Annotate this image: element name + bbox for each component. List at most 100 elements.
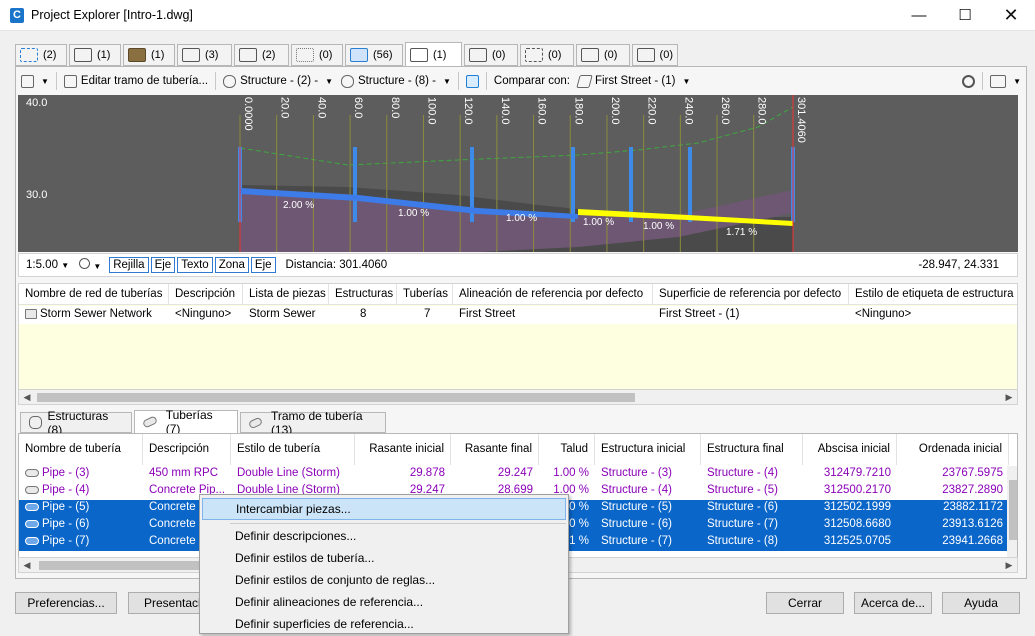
tab-pipe-networks[interactable]: (1)	[405, 42, 462, 67]
edit-pipe-run-button[interactable]: Editar tramo de tubería...	[60, 71, 212, 91]
column-header[interactable]: Talud	[539, 434, 595, 465]
column-header[interactable]: Descripción	[169, 284, 243, 305]
cell-est-fin: Structure - (4)	[707, 467, 778, 479]
profile-view[interactable]: 40.0 30.0 0.0000 20.0 40.0 60.0 80.0 100.0 120…	[18, 95, 1018, 252]
column-header[interactable]: Ordenada inicial	[897, 434, 1009, 465]
grid-toggle[interactable]: Rejilla	[109, 257, 149, 273]
station-label: 280.0	[755, 97, 768, 125]
menu-item-define-alignments[interactable]: Definir alineaciones de referencia...	[202, 592, 566, 614]
compare-dropdown[interactable]: First Street - (1) ▼	[574, 71, 694, 91]
menu-item-swap-parts[interactable]: Intercambiar piezas...	[202, 498, 566, 520]
table-row[interactable]: Pipe - (3) 450 mm RPC Double Line (Storm) 2…	[19, 466, 1009, 483]
preferences-button[interactable]: Preferencias...	[15, 592, 117, 614]
scroll-thumb[interactable]	[39, 561, 207, 570]
cell-name: Pipe - (3)	[19, 466, 143, 483]
end-structure-dropdown[interactable]: Structure - (8) - ▼	[337, 71, 455, 91]
column-header[interactable]: Lista de piezas	[243, 284, 329, 305]
station-label: 180.0	[572, 97, 585, 125]
add-button[interactable]: ▼	[17, 71, 53, 91]
close-window-button[interactable]: ✕	[988, 0, 1034, 31]
column-header[interactable]: Alineación de referencia por defecto	[453, 284, 653, 305]
zoom-button[interactable]: ▼	[79, 258, 101, 272]
tab-assemblies[interactable]: (0)	[576, 44, 630, 66]
scroll-right-arrow[interactable]: ▶	[1001, 390, 1017, 404]
tab-parcels[interactable]: (56)	[345, 44, 403, 66]
tab-corridors[interactable]: (1)	[69, 44, 121, 66]
tab-views[interactable]: (0)	[632, 44, 678, 66]
text-toggle[interactable]: Texto	[177, 257, 213, 273]
view-options-button[interactable]: ▼	[986, 71, 1025, 91]
network-name-cell: Storm Sewer Network	[19, 306, 169, 324]
column-header[interactable]: Estilo de tubería	[231, 434, 355, 465]
search-icon	[962, 74, 976, 88]
table-row[interactable]: Storm Sewer Network <Ninguno> Storm Sewe…	[19, 306, 1017, 324]
cell-est-ini: Structure - (4)	[601, 484, 672, 496]
tab-pipe-runs[interactable]: Tramo de tubería (13)	[240, 409, 386, 437]
column-header[interactable]: Rasante inicial	[355, 434, 451, 465]
profile-compare-icon	[576, 74, 593, 88]
cell-name: Pipe - (5)	[19, 500, 143, 517]
tab-sample-lines[interactable]: (0)	[520, 44, 574, 66]
tab-featurelines[interactable]: (0)	[291, 44, 343, 66]
pressure-network-icon	[469, 48, 487, 62]
cell-desc: 450 mm RPC	[149, 467, 219, 479]
close-button[interactable]: Cerrar	[766, 592, 844, 614]
column-header[interactable]: Estructura final	[701, 434, 803, 465]
pipe-run-icon	[247, 416, 264, 429]
column-header[interactable]: Rasante final	[451, 434, 539, 465]
zoom-search-button[interactable]	[958, 71, 979, 91]
column-header[interactable]: Abscisa inicial	[803, 434, 897, 465]
tab-surfaces[interactable]: (1)	[123, 44, 175, 66]
menu-item-define-surfaces[interactable]: Definir superficies de referencia...	[202, 614, 566, 636]
network-grid-scrollbar[interactable]: ◀ ▶	[18, 389, 1018, 405]
lock-toggle[interactable]	[462, 71, 483, 91]
pipes-vertical-scrollbar[interactable]	[1007, 466, 1017, 557]
tab-structures[interactable]: Estructuras (8)	[20, 409, 132, 437]
tab-profiles[interactable]: (3)	[177, 44, 232, 66]
start-structure-dropdown[interactable]: Structure - (2) - ▼	[219, 71, 337, 91]
column-header[interactable]: Superficie de referencia por defecto	[653, 284, 849, 305]
cell-est-ini: Structure - (7)	[601, 535, 672, 547]
minimize-button[interactable]: —	[896, 0, 942, 31]
tab-count: (2)	[262, 49, 276, 61]
presentation-button[interactable]: Presentació	[128, 592, 208, 614]
maximize-button[interactable]: ☐	[942, 0, 988, 31]
column-header[interactable]: Nombre de red de tuberías	[19, 284, 169, 305]
surface-icon	[128, 48, 146, 62]
help-button[interactable]: Ayuda	[942, 592, 1020, 614]
about-button[interactable]: Acerca de...	[854, 592, 932, 614]
tab-count: (0)	[659, 49, 673, 61]
chevron-down-icon: ▼	[325, 76, 334, 86]
pipe-icon	[25, 536, 39, 545]
parcel-icon	[350, 48, 368, 62]
column-header[interactable]: Estilo de etiqueta de estructura	[849, 284, 1017, 305]
column-header[interactable]: Nombre de tubería	[19, 434, 143, 465]
tab-pressure-networks[interactable]: (0)	[464, 44, 518, 66]
column-header[interactable]: Estructuras	[329, 284, 397, 305]
structure-marker	[688, 147, 692, 222]
tab-count: (0)	[548, 49, 562, 61]
tab-pipes[interactable]: Tuberías (7)	[134, 408, 238, 436]
cell-name: Pipe - (7)	[19, 534, 143, 551]
column-header[interactable]: Tuberías	[397, 284, 453, 305]
axis-toggle-2[interactable]: Eje	[250, 257, 276, 273]
zone-toggle[interactable]: Zona	[214, 257, 249, 273]
scroll-right-arrow[interactable]: ▶	[1001, 558, 1017, 572]
menu-item-define-descriptions[interactable]: Definir descripciones...	[202, 526, 566, 548]
tab-sites[interactable]: (2)	[234, 44, 289, 66]
cell-est-fin: Structure - (5)	[707, 484, 778, 496]
slope-label: 1.00 %	[506, 213, 538, 224]
station-label: 20.0	[278, 97, 291, 119]
scroll-left-arrow[interactable]: ◀	[19, 390, 35, 404]
menu-item-define-rule-styles[interactable]: Definir estilos de conjunto de reglas...	[202, 570, 566, 592]
column-header[interactable]: Descripción	[143, 434, 231, 465]
scale-dropdown[interactable]: 1:5.00 ▼	[26, 259, 69, 271]
menu-item-define-pipe-styles[interactable]: Definir estilos de tubería...	[202, 548, 566, 570]
tab-alignments[interactable]: (2)	[15, 44, 67, 66]
scroll-left-arrow[interactable]: ◀	[19, 558, 35, 572]
scroll-thumb[interactable]	[1009, 480, 1017, 540]
column-header[interactable]: Estructura inicial	[595, 434, 701, 465]
pipe-icon	[25, 519, 39, 528]
axis-toggle[interactable]: Eje	[150, 257, 176, 273]
scroll-thumb[interactable]	[37, 393, 635, 402]
